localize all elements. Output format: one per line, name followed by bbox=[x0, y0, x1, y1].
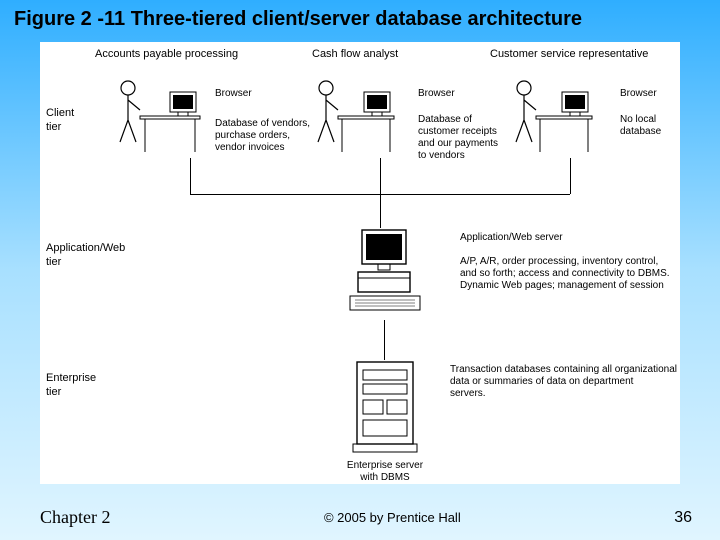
server-icon bbox=[345, 360, 425, 460]
connector-line bbox=[410, 194, 570, 195]
figure-title: Figure 2 -11 Three-tiered client/server … bbox=[14, 8, 582, 31]
page-number: 36 bbox=[674, 509, 692, 527]
slide-footer: Chapter 2 © 2005 by Prentice Hall 36 bbox=[0, 507, 720, 528]
tier-label-app: Application/Web tier bbox=[46, 242, 125, 270]
connector-line bbox=[190, 158, 191, 194]
enterprise-server-label: Enterprise server with DBMS bbox=[330, 460, 440, 484]
connector-line bbox=[380, 158, 381, 228]
computer-icon bbox=[340, 228, 430, 318]
col-cashflow: Cash flow analyst bbox=[312, 48, 398, 60]
connector-line bbox=[570, 158, 571, 194]
connector-line bbox=[190, 194, 350, 195]
col-csr: Customer service representative bbox=[490, 48, 648, 60]
tier-label-client: Client tier bbox=[46, 107, 74, 135]
tier-label-enterprise: Enterprise tier bbox=[46, 372, 96, 400]
browser-label-2: Browser bbox=[418, 88, 455, 100]
col-accounts: Accounts payable processing bbox=[95, 48, 238, 60]
person-icon bbox=[510, 70, 620, 160]
browser-label-1: Browser bbox=[215, 88, 252, 100]
app-server-label: Application/Web server bbox=[460, 232, 563, 244]
copyright-label: © 2005 by Prentice Hall bbox=[324, 510, 461, 525]
connector-line bbox=[384, 320, 385, 360]
connector-line bbox=[350, 194, 410, 195]
client-desc-cashflow: Database of customer receipts and our pa… bbox=[418, 114, 498, 162]
enterprise-server-desc: Transaction databases containing all org… bbox=[450, 364, 677, 400]
client-desc-accounts: Database of vendors, purchase orders, ve… bbox=[215, 118, 310, 154]
diagram-canvas: Client tier Application/Web tier Enterpr… bbox=[40, 42, 680, 484]
client-desc-csr: No local database bbox=[620, 114, 661, 138]
app-server-desc: A/P, A/R, order processing, inventory co… bbox=[460, 256, 670, 292]
browser-label-3: Browser bbox=[620, 88, 657, 100]
person-icon bbox=[110, 70, 230, 160]
chapter-label: Chapter 2 bbox=[40, 507, 110, 528]
person-icon bbox=[312, 70, 422, 160]
